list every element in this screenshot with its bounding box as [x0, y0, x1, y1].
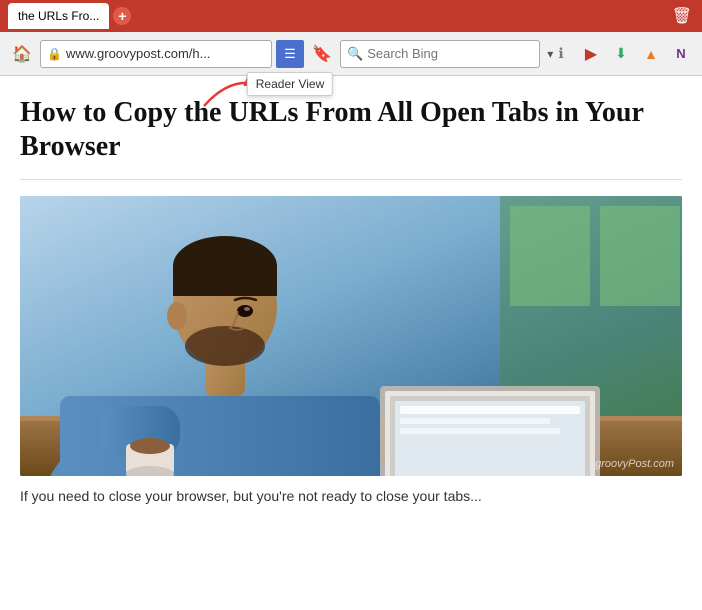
info-button[interactable]: ℹ [548, 41, 574, 67]
url-text: www.groovypost.com/h... [66, 46, 211, 61]
info-icon: ℹ [558, 45, 563, 62]
close-icon[interactable]: 🗑 [670, 4, 694, 28]
download-button[interactable]: ⬇ [608, 41, 634, 67]
tab-label: the URLs Fro... [18, 9, 99, 23]
toolbar-icons: ℹ ▶ ⬇ ▲ N [548, 41, 694, 67]
browser-tab[interactable]: the URLs Fro... [8, 3, 109, 29]
bookmark-icon: 🔖 [312, 44, 332, 64]
reader-view-button[interactable]: ☰ Reader View [276, 40, 304, 68]
download-icon: ⬇ [615, 45, 627, 62]
search-input[interactable] [367, 46, 543, 61]
onenote-icon: N [676, 46, 685, 61]
search-icon: 🔍 [347, 46, 363, 62]
content-area: How to Copy the URLs From All Open Tabs … [0, 76, 702, 508]
divider [20, 179, 682, 180]
title-bar: the URLs Fro... + 🗑 [0, 0, 702, 32]
url-box[interactable]: 🔒 www.groovypost.com/h... [40, 40, 272, 68]
address-bar-wrapper: 🏠 🔒 www.groovypost.com/h... ☰ Reader Vie… [0, 32, 702, 76]
media-button[interactable]: ▶ [578, 41, 604, 67]
titlebar-controls: 🗑 [670, 4, 694, 28]
drive-icon: ▲ [644, 46, 658, 62]
search-box[interactable]: 🔍 ▾ [340, 40, 540, 68]
play-icon: ▶ [585, 44, 597, 64]
article-title: How to Copy the URLs From All Open Tabs … [20, 96, 682, 163]
new-tab-button[interactable]: + [113, 7, 131, 25]
article-teaser: If you need to close your browser, but y… [20, 488, 682, 508]
article-image: groovyPost.com [20, 196, 682, 476]
onenote-button[interactable]: N [668, 41, 694, 67]
watermark: groovyPost.com [595, 458, 674, 470]
reader-view-icon: ☰ [284, 46, 296, 62]
address-bar: 🏠 🔒 www.groovypost.com/h... ☰ Reader Vie… [0, 32, 702, 76]
bookmark-button[interactable]: 🔖 [308, 40, 336, 68]
home-button[interactable]: 🏠 [8, 40, 36, 68]
lock-icon: 🔒 [47, 47, 62, 61]
drive-button[interactable]: ▲ [638, 41, 664, 67]
home-icon: 🏠 [12, 44, 32, 64]
article-image-svg [20, 196, 682, 476]
reader-view-tooltip: Reader View [247, 72, 333, 96]
article-content: How to Copy the URLs From All Open Tabs … [0, 76, 702, 508]
